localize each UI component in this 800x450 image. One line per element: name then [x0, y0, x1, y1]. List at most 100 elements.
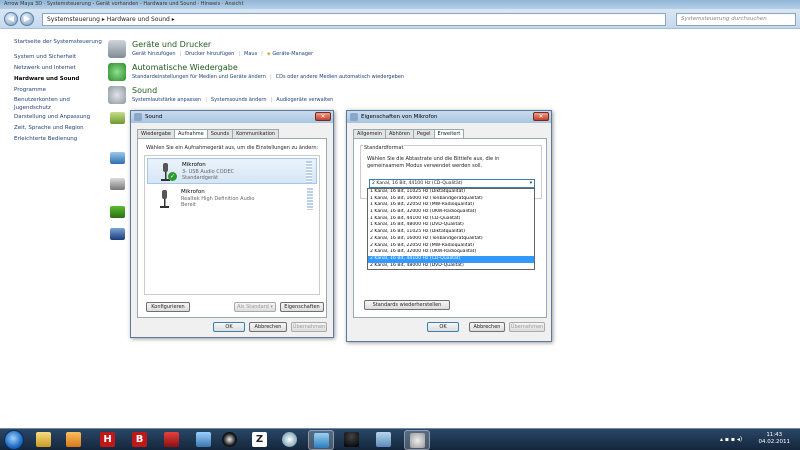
recording-panel: Wählen Sie ein Aufnahmegerät aus, um die…: [137, 138, 327, 318]
tab-general[interactable]: Allgemein: [353, 129, 386, 138]
sound-taskbutton[interactable]: [404, 430, 430, 450]
ok-button[interactable]: OK: [427, 322, 459, 332]
clock[interactable]: 11:43 04.02.2011: [759, 432, 791, 446]
hat-icon[interactable]: [344, 432, 359, 447]
close-icon[interactable]: ✕: [533, 112, 549, 121]
apply-button[interactable]: Übernehmen: [509, 322, 545, 332]
power-options-icon[interactable]: [110, 112, 125, 124]
default-check-icon: ✓: [168, 172, 177, 181]
start-button[interactable]: [4, 430, 24, 450]
restore-defaults-button[interactable]: Standards wiederherstellen: [364, 300, 450, 310]
group-label: Standardformat: [363, 145, 405, 151]
dropdown-option[interactable]: 1 Kanal, 16 Bit, 22050 Hz (MW-Radioquali…: [368, 202, 534, 209]
link-device-manager[interactable]: Geräte-Manager: [272, 51, 313, 57]
category-devices-printers: Geräte und Drucker Gerät hinzufügen | Druc…: [108, 40, 608, 62]
dropdown-option[interactable]: 1 Kanal, 16 Bit, 32000 Hz (UKW-Radioqual…: [368, 209, 534, 216]
figure-icon[interactable]: [196, 432, 211, 447]
realtek-icon[interactable]: [110, 228, 125, 240]
category-title[interactable]: Sound: [132, 86, 157, 95]
tab-levels[interactable]: Pegel: [412, 129, 435, 138]
format-dropdown-list[interactable]: 1 Kanal, 16 Bit, 11025 Hz (Diktatqualitä…: [367, 188, 535, 271]
apply-button[interactable]: Übernehmen: [291, 322, 327, 332]
category-autoplay: Automatische Wiedergabe Standardeinstell…: [108, 63, 608, 85]
category-title[interactable]: Automatische Wiedergabe: [132, 63, 238, 72]
ok-button[interactable]: OK: [213, 322, 245, 332]
sidebar-item-home[interactable]: Startseite der Systemsteuerung: [0, 37, 104, 48]
sidebar-item-hardware-sound[interactable]: Hardware und Sound: [0, 74, 104, 85]
dropdown-option[interactable]: 1 Kanal, 16 Bit, 11025 Hz (Diktatqualitä…: [368, 189, 534, 196]
sidebar-item-clock-region[interactable]: Zeit, Sprache und Region: [0, 123, 104, 134]
link-media-defaults[interactable]: Standardeinstellungen für Medien und Ger…: [132, 74, 266, 80]
dropdown-option[interactable]: 2 Kanal, 16 Bit, 48000 Hz (DVD-Qualität): [368, 263, 534, 270]
instruction-text: Wählen Sie ein Aufnahmegerät aus, um die…: [146, 145, 319, 151]
chevron-down-icon: ▾: [529, 181, 532, 186]
close-icon[interactable]: ✕: [315, 112, 331, 121]
dropdown-option[interactable]: 1 Kanal, 16 Bit, 44100 Hz (CD-Qualität): [368, 216, 534, 223]
dropdown-option[interactable]: 1 Kanal, 16 Bit, 48000 Hz (DVD-Qualität): [368, 222, 534, 229]
system-tray[interactable]: ▴ ▪ ▪ ◂): [720, 436, 742, 443]
nvidia-icon[interactable]: [110, 206, 125, 218]
explorer-icon[interactable]: [36, 432, 51, 447]
sound-icon: [410, 433, 425, 448]
dropdown-option[interactable]: 2 Kanal, 16 Bit, 22050 Hz (MW-Radioquali…: [368, 243, 534, 250]
app-b-icon[interactable]: B: [132, 432, 147, 447]
cancel-button[interactable]: Abbrechen: [249, 322, 287, 332]
device-list[interactable]: ✓ Mikrofon 3- USB Audio CODEC Standardge…: [144, 155, 320, 295]
configure-button[interactable]: Konfigurieren: [146, 302, 190, 312]
link-add-printer[interactable]: Drucker hinzufügen: [185, 51, 234, 57]
tab-listen[interactable]: Abhören: [384, 129, 414, 138]
device-name: Mikrofon: [181, 189, 205, 195]
search-input[interactable]: Systemsteuerung durchsuchen: [676, 13, 796, 26]
link-autoplay-cds[interactable]: CDs oder andere Medien automatisch wiede…: [276, 74, 404, 80]
link-add-device[interactable]: Gerät hinzufügen: [132, 51, 176, 57]
dialog-titlebar: Sound ✕: [131, 111, 333, 123]
network-icon[interactable]: [376, 432, 391, 447]
tab-strip: Wiedergabe Aufnahme Sounds Kommunikation: [137, 128, 280, 139]
control-panel-taskbutton[interactable]: [308, 430, 334, 450]
list-item[interactable]: Mikrofon Realtek High Definition Audio B…: [147, 186, 317, 212]
list-item[interactable]: ✓ Mikrofon 3- USB Audio CODEC Standardge…: [147, 158, 317, 184]
sidebar-item-user-accounts[interactable]: Benutzerkonten und: [0, 96, 104, 104]
sidebar-item-system-security[interactable]: System und Sicherheit: [0, 52, 104, 63]
link-audio-devices[interactable]: Audiogeräte verwalten: [276, 97, 333, 103]
paint-icon[interactable]: [282, 432, 297, 447]
category-title[interactable]: Geräte und Drucker: [132, 40, 211, 49]
tab-communication[interactable]: Kommunikation: [232, 129, 280, 138]
app-red-icon[interactable]: [164, 432, 179, 447]
back-icon[interactable]: ◀: [4, 12, 18, 26]
mobility-icon[interactable]: [110, 178, 125, 190]
properties-button[interactable]: Eigenschaften: [280, 302, 324, 312]
tab-sounds[interactable]: Sounds: [206, 129, 234, 138]
dropdown-option[interactable]: 1 Kanal, 16 Bit, 16000 Hz (Tonbandgerätq…: [368, 196, 534, 203]
link-system-volume[interactable]: Systemlautstärke anpassen: [132, 97, 201, 103]
forward-icon[interactable]: ▶: [20, 12, 34, 26]
display-icon[interactable]: [110, 152, 125, 164]
tab-strip: Allgemein Abhören Pegel Erweitert: [353, 128, 465, 139]
device-status: Bereit: [181, 202, 196, 208]
format-select[interactable]: 2 Kanal, 16 Bit, 44100 Hz (CD-Qualität) …: [369, 179, 535, 188]
dropdown-option-selected[interactable]: 2 Kanal, 16 Bit, 44100 Hz (CD-Qualität): [368, 255, 534, 263]
address-bar[interactable]: Systemsteuerung ▸ Hardware und Sound ▸: [42, 13, 666, 26]
category-links: Gerät hinzufügen | Drucker hinzufügen | Maus…: [132, 51, 314, 57]
link-system-sounds[interactable]: Systemsounds ändern: [211, 97, 267, 103]
breadcrumb[interactable]: Systemsteuerung ▸ Hardware und Sound ▸: [47, 16, 175, 23]
sidebar-item-parental-control[interactable]: Jugendschutz: [0, 104, 104, 112]
dropdown-option[interactable]: 2 Kanal, 16 Bit, 11025 Hz (Diktatqualitä…: [368, 229, 534, 236]
link-mouse[interactable]: Maus: [244, 51, 257, 57]
microphone-icon: [160, 190, 169, 208]
sidebar-item-appearance[interactable]: Darstellung und Anpassung: [0, 112, 104, 123]
sidebar-item-network[interactable]: Netzwerk und Internet: [0, 63, 104, 74]
z-app-icon[interactable]: Z: [252, 432, 267, 447]
dropdown-option[interactable]: 2 Kanal, 16 Bit, 16000 Hz (Tonbandgerätq…: [368, 236, 534, 243]
sidebar-item-accessibility[interactable]: Erleichterte Bedienung: [0, 134, 104, 145]
app-h-icon[interactable]: H: [100, 432, 115, 447]
sidebar-item-programs[interactable]: Programme: [0, 85, 104, 96]
set-default-button[interactable]: Als Standard ▾: [234, 302, 276, 312]
format-description: Wählen Sie die Abtastrate und die Bittie…: [367, 156, 500, 169]
media-player-icon[interactable]: [66, 432, 81, 447]
circle-app-icon[interactable]: [222, 432, 237, 447]
tab-playback[interactable]: Wiedergabe: [137, 129, 176, 138]
cancel-button[interactable]: Abbrechen: [469, 322, 505, 332]
dialog-titlebar: Eigenschaften von Mikrofon ✕: [347, 111, 551, 123]
dropdown-option[interactable]: 2 Kanal, 16 Bit, 32000 Hz (UKW-Radioqual…: [368, 249, 534, 256]
